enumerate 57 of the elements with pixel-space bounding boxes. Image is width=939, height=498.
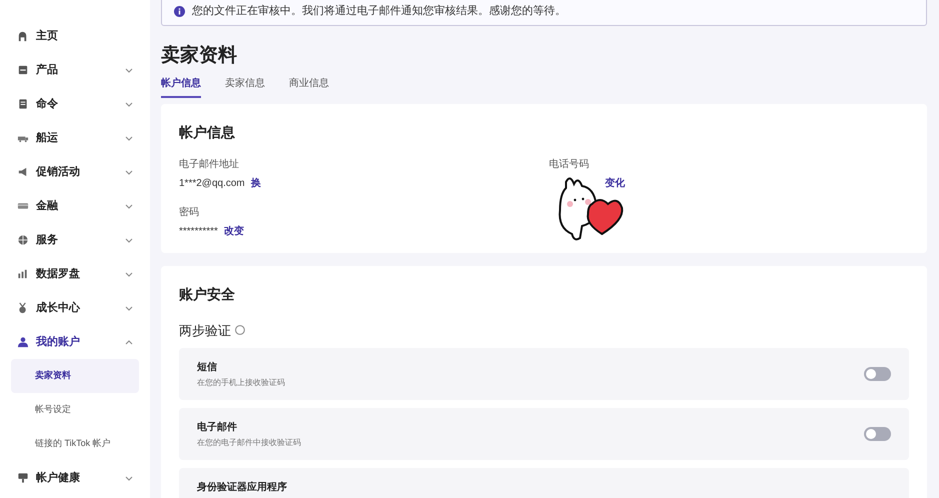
sidebar-item[interactable]: 服务 (36, 232, 118, 248)
section-title: 帐户信息 (179, 122, 236, 142)
sidebar-item[interactable]: 船运 (36, 130, 118, 146)
page-title: 卖家资料 (161, 44, 238, 68)
info-icon (174, 6, 185, 17)
option-description: 在您的电子邮件中接收验证码 (197, 436, 302, 448)
option-title: 身份验证器应用程序 (197, 480, 288, 495)
sidebar-item[interactable]: 主页 (36, 28, 133, 44)
chevron-icon[interactable] (125, 476, 133, 480)
tab[interactable]: 卖家信息 (225, 76, 265, 98)
change-link[interactable]: 改变 (224, 224, 244, 240)
field-label: 电话号码 (549, 158, 590, 172)
megaphone-icon (17, 166, 29, 178)
field-label: 密码 (179, 206, 200, 220)
field-value: 1***2@qq.com (179, 177, 245, 192)
section-title: 账户安全 (179, 284, 236, 304)
sidebar-subitem[interactable]: 链接的 TikTok 帐户 (11, 427, 139, 461)
card-icon (17, 200, 29, 212)
chevron-icon[interactable] (125, 306, 133, 310)
change-link[interactable]: 变化 (605, 176, 625, 192)
tab[interactable]: 商业信息 (289, 76, 329, 98)
home-icon (17, 30, 29, 42)
box-icon (17, 64, 29, 76)
person-icon (17, 336, 29, 348)
chevron-icon[interactable] (125, 170, 133, 174)
chevron-icon[interactable] (125, 204, 133, 208)
sidebar-item[interactable]: 促销活动 (36, 164, 118, 180)
field-value: ********** (179, 225, 218, 240)
sidebar-item[interactable]: 产品 (36, 62, 118, 78)
option-description: 在您的手机上接收验证码 (197, 376, 286, 388)
tab[interactable]: 帐户信息 (161, 76, 201, 98)
chevron-icon[interactable] (125, 272, 133, 276)
notice-text: 您的文件正在审核中。我们将通过电子邮件通知您审核结果。感谢您的等待。 (192, 4, 566, 20)
subsection-title: 两步验证 (179, 322, 231, 340)
monitor-icon (17, 472, 29, 484)
bar-chart-icon (17, 268, 29, 280)
globe-icon (17, 234, 29, 246)
chevron-icon[interactable] (125, 102, 133, 106)
toggle-switch[interactable] (864, 427, 891, 441)
sidebar-item[interactable]: 命令 (36, 96, 118, 112)
sidebar-item[interactable]: 成长中心 (36, 300, 118, 316)
change-link[interactable]: 换 (250, 176, 261, 192)
option-title: 电子邮件 (197, 420, 238, 434)
document-icon (17, 98, 29, 110)
sidebar-item[interactable]: 数据罗盘 (36, 266, 118, 282)
field-label: 电子邮件地址 (179, 158, 240, 172)
sidebar-subitem[interactable]: 帐号设定 (11, 393, 139, 427)
chevron-icon[interactable] (125, 136, 133, 140)
chevron-icon[interactable] (125, 238, 133, 242)
sidebar-subitem[interactable]: 卖家资料 (11, 359, 139, 393)
toggle-switch[interactable] (864, 367, 891, 381)
sidebar-item[interactable]: 金融 (36, 198, 118, 214)
sidebar-item[interactable]: 我的账户 (36, 334, 118, 350)
chevron-icon[interactable] (125, 68, 133, 72)
option-title: 短信 (197, 360, 218, 374)
sidebar-item[interactable]: 帐户健康 (36, 470, 118, 486)
chevron-icon[interactable] (125, 340, 133, 344)
